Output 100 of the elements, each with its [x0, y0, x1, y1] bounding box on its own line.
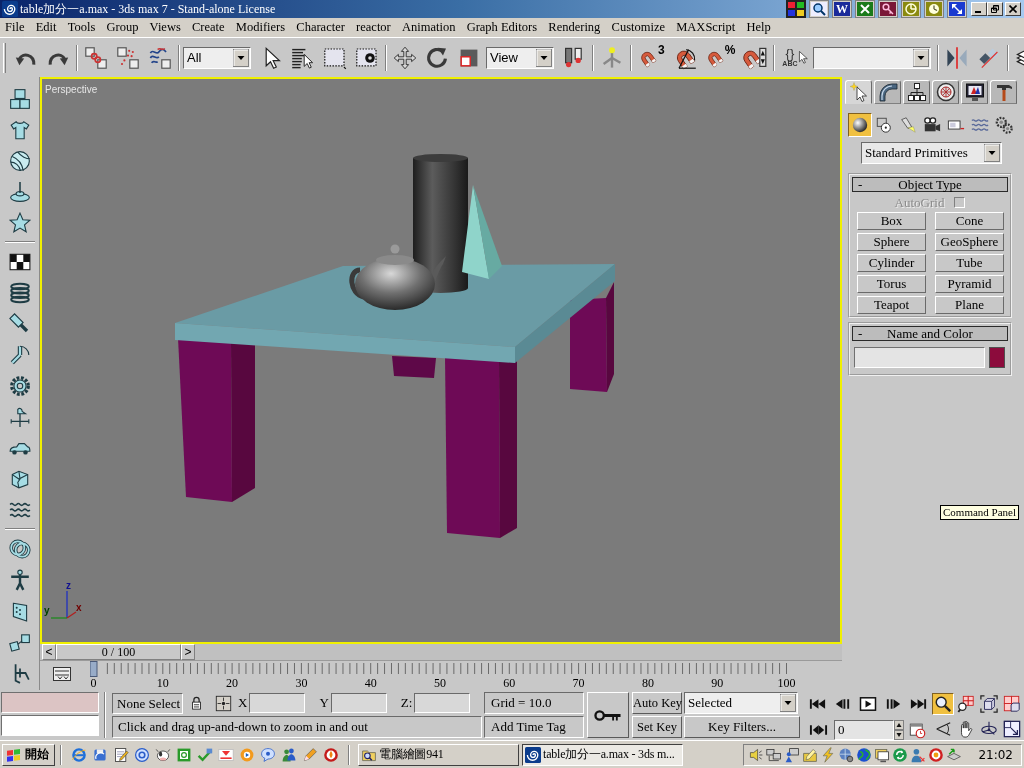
spinning-top-icon[interactable]	[8, 181, 31, 203]
monitor-folder-icon[interactable]	[874, 746, 891, 763]
panel-tab[interactable]	[903, 80, 930, 104]
plate-arrow-icon[interactable]	[946, 746, 963, 763]
clock-tile-icon[interactable]	[924, 0, 944, 18]
flame-circle-icon[interactable]	[323, 746, 339, 763]
key-filters-button[interactable]: Key Filters...	[684, 716, 800, 738]
close-button[interactable]	[1005, 2, 1021, 16]
cursor-icon[interactable]	[797, 50, 808, 65]
pencil-folder-icon[interactable]	[802, 746, 819, 763]
coordinate-field[interactable]	[414, 693, 471, 713]
script-input-field[interactable]	[1, 715, 99, 736]
globe-icon[interactable]	[856, 746, 873, 763]
ring-icon[interactable]	[134, 746, 150, 763]
name-field[interactable]	[854, 347, 985, 368]
spinner-icon[interactable]	[894, 720, 904, 740]
table-leg[interactable]	[392, 356, 436, 378]
set-key-button[interactable]: Set Key	[632, 716, 682, 738]
menu-item[interactable]: Animation	[396, 20, 462, 35]
key-button[interactable]	[587, 692, 629, 738]
primitive-button[interactable]: Plane	[935, 296, 1004, 314]
key-mode-icon[interactable]	[809, 723, 828, 737]
panel-tab[interactable]	[990, 80, 1017, 104]
time-forward-button[interactable]: >	[181, 644, 195, 660]
menu-item[interactable]: File	[0, 20, 31, 35]
script-output-field[interactable]	[1, 692, 99, 713]
people-icon[interactable]	[281, 746, 297, 763]
animal-head-icon[interactable]	[155, 746, 171, 763]
go-to-end-icon[interactable]	[909, 697, 928, 711]
table-leg[interactable]	[178, 338, 255, 502]
mirror-icon[interactable]	[944, 45, 969, 70]
selection-filter-dropdown[interactable]: All	[183, 46, 251, 69]
user-icon[interactable]	[910, 746, 927, 763]
check-arrow-icon[interactable]	[197, 746, 213, 763]
table-leg[interactable]	[445, 355, 517, 538]
panel-tab[interactable]	[932, 80, 959, 104]
object-category-dropdown[interactable]: Standard Primitives	[861, 142, 1002, 164]
nav-button[interactable]	[978, 693, 1000, 715]
key-tile-icon[interactable]	[878, 0, 898, 18]
grid-squares-icon[interactable]	[786, 0, 806, 18]
piston-icon[interactable]	[8, 313, 31, 335]
menu-item[interactable]: Rendering	[542, 20, 606, 35]
unlink-icon[interactable]	[116, 45, 140, 70]
rotate-icon[interactable]	[425, 45, 449, 70]
rollout-header[interactable]: - Name and Color	[852, 326, 1008, 341]
menu-item[interactable]: Customize	[605, 20, 671, 35]
magnifier-tile-icon[interactable]	[809, 0, 829, 18]
menu-item[interactable]: Help	[740, 20, 777, 35]
menu-item[interactable]: Group	[100, 20, 144, 35]
gear-icon[interactable]	[8, 375, 31, 397]
t-shirt-icon[interactable]	[8, 119, 31, 141]
panel-tab[interactable]	[961, 80, 988, 104]
minimize-button[interactable]	[971, 2, 987, 16]
nav-button[interactable]	[932, 693, 954, 715]
square-frame-icon[interactable]	[176, 746, 192, 763]
recycle-icon[interactable]	[892, 746, 909, 763]
start-button[interactable]: 開始	[2, 743, 55, 766]
globe-ring-icon[interactable]	[71, 746, 87, 763]
nav-button[interactable]	[955, 693, 977, 715]
chart-tile-icon[interactable]	[901, 0, 921, 18]
primitive-button[interactable]: Cone	[935, 212, 1004, 230]
angle-joint-icon[interactable]	[8, 344, 31, 366]
coordinate-system-dropdown[interactable]: View	[486, 46, 554, 69]
restore-button[interactable]	[987, 2, 1003, 16]
magnet-spinner-icon[interactable]	[743, 45, 768, 70]
named-selection-dropdown[interactable]	[812, 46, 931, 69]
target-icon[interactable]	[928, 746, 945, 763]
speaker-icon[interactable]	[748, 746, 765, 763]
star-icon[interactable]	[8, 212, 31, 234]
time-slider-track[interactable]: < 0 / 100 >	[40, 644, 842, 661]
time-tag-button[interactable]: Add Time Tag	[484, 716, 584, 738]
pyramid[interactable]	[462, 185, 502, 279]
coordinate-field[interactable]	[249, 693, 306, 713]
primitive-button[interactable]: Cylinder	[857, 254, 926, 272]
pencil-icon[interactable]	[302, 746, 318, 763]
squiggle-link-icon[interactable]	[148, 45, 172, 70]
arrow-tile-icon[interactable]	[947, 0, 967, 18]
menu-item[interactable]: Views	[144, 20, 187, 35]
menu-item[interactable]: Graph Editors	[461, 20, 543, 35]
shortcut-button[interactable]: W	[832, 0, 852, 18]
dotted-rectangle-icon[interactable]	[323, 45, 347, 70]
menu-item[interactable]: MAXScript	[670, 20, 741, 35]
menu-item[interactable]: Character	[290, 20, 351, 35]
checkerboard-icon[interactable]	[8, 251, 31, 273]
menu-item[interactable]: reactor	[350, 20, 397, 35]
go-to-start-icon[interactable]	[808, 697, 827, 711]
braces-label[interactable]: {}	[785, 47, 795, 60]
taskbar-button[interactable]: 電腦繪圖941	[358, 743, 519, 766]
primitive-button[interactable]: Tube	[935, 254, 1004, 272]
time-slider-thumb[interactable]: 0 / 100	[56, 644, 181, 660]
primitive-button[interactable]: GeoSphere	[935, 233, 1004, 251]
time-configuration-icon[interactable]	[909, 721, 926, 739]
notepad-icon[interactable]	[113, 746, 129, 763]
time-marker[interactable]	[90, 661, 98, 677]
lock-icon[interactable]	[191, 696, 202, 710]
crosshair-box-icon[interactable]	[215, 694, 232, 712]
logo-tile-icon[interactable]	[218, 746, 234, 763]
primitive-button[interactable]: Box	[857, 212, 926, 230]
frame-field[interactable]: 0	[834, 720, 894, 740]
menu-item[interactable]: Modifiers	[230, 20, 291, 35]
